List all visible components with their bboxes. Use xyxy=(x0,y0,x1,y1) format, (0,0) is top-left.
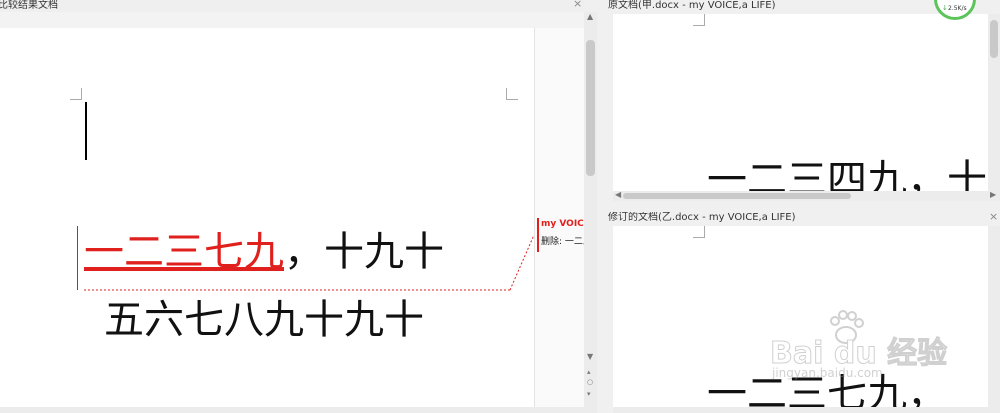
original-hscroll-thumb[interactable] xyxy=(623,193,851,199)
revised-doc-close-icon[interactable]: × xyxy=(989,211,998,223)
revision-balloon[interactable]: my VOICE, 删除: 一二三 xyxy=(537,218,584,252)
revised-doc-titlebar: 修订的文档(乙.docx - my VOICE,a LIFE) xyxy=(606,212,1000,224)
revised-horizontal-scrollbar[interactable] xyxy=(613,407,1000,413)
left-pane-title: 比较结果文档 xyxy=(0,0,58,11)
original-doc-title: 原文档(甲.docx - my VOICE,a LIFE) xyxy=(608,0,776,11)
download-arrow-icon: ↓ xyxy=(942,4,948,12)
revised-vertical-scrollbar[interactable] xyxy=(988,226,1000,407)
balloon-author: my VOICE, xyxy=(541,219,584,229)
revised-doc-title: 修订的文档(乙.docx - my VOICE,a LIFE) xyxy=(608,212,796,223)
left-scroll-thumb[interactable] xyxy=(586,40,595,176)
watermark-url: jingyan.baidu.com xyxy=(772,366,883,380)
prev-page-icon[interactable]: ▴ xyxy=(587,368,591,376)
page-corner-top-left xyxy=(693,14,705,26)
original-horizontal-scrollbar[interactable]: ◀ ▶ xyxy=(613,190,1000,201)
original-vertical-scrollbar[interactable] xyxy=(988,14,1000,191)
document-page[interactable]: 一二三七九，十九十 五六七八九十九十 xyxy=(0,28,534,407)
original-document-pane[interactable]: 一二三四九，十 xyxy=(613,14,1000,191)
scroll-up-icon[interactable]: ▲ xyxy=(587,12,593,21)
scroll-down-icon[interactable]: ▼ xyxy=(587,352,593,361)
network-speed-label: 2.5K/s xyxy=(948,5,967,12)
document-line-2: 五六七八九十九十 xyxy=(104,297,424,343)
scroll-right-icon[interactable]: ▶ xyxy=(990,190,996,199)
left-pane-close-icon[interactable]: × xyxy=(573,0,582,10)
left-pane-titlebar: 比较结果文档 xyxy=(0,0,584,12)
scroll-left-icon[interactable]: ◀ xyxy=(615,190,621,199)
markup-balloon-area: my VOICE, 删除: 一二三 xyxy=(534,28,584,407)
compare-result-pane: 一二三七九，十九十 五六七八九十九十 my VOICE, 删除: 一二三 xyxy=(0,12,584,407)
select-browse-icon[interactable]: ○ xyxy=(587,378,593,386)
left-horizontal-scrollbar[interactable] xyxy=(0,407,597,413)
next-page-icon[interactable]: ▾ xyxy=(587,390,591,398)
left-vertical-scrollbar[interactable]: ▲ ▼ ▴ ○ ▾ xyxy=(584,12,597,407)
original-scroll-thumb[interactable] xyxy=(990,20,998,58)
page-corner-top-left xyxy=(693,226,705,238)
original-document-text: 一二三四九，十 xyxy=(707,157,987,191)
balloon-text: 删除: 一二三 xyxy=(541,237,584,247)
pane-splitter[interactable] xyxy=(597,0,613,413)
baidu-jingyan-watermark: Bai du 经验 jingyan.baidu.com xyxy=(769,310,990,382)
revision-callout-lines xyxy=(84,234,534,291)
